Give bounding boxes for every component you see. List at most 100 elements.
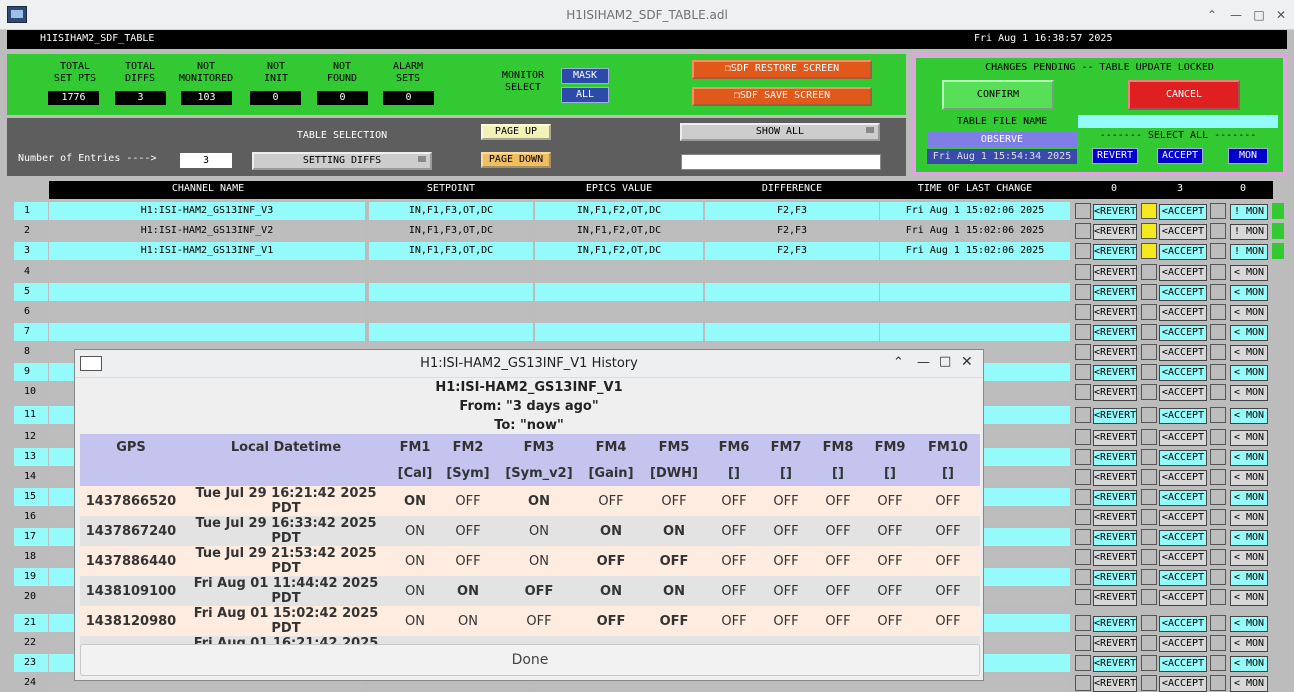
accept-button[interactable]: <ACCEPT — [1159, 530, 1207, 546]
revert-checkbox[interactable] — [1075, 449, 1091, 465]
show-all-dropdown[interactable]: SHOW ALL — [680, 123, 880, 141]
accept-checkbox[interactable] — [1141, 344, 1157, 360]
mon-checkbox[interactable] — [1210, 449, 1226, 465]
revert-button[interactable]: <REVERT — [1093, 265, 1137, 281]
mon-checkbox[interactable] — [1210, 569, 1226, 585]
accept-button[interactable]: <ACCEPT — [1159, 470, 1207, 486]
accept-button[interactable]: <ACCEPT — [1159, 204, 1207, 220]
mon-checkbox[interactable] — [1210, 675, 1226, 691]
mon-checkbox[interactable] — [1210, 344, 1226, 360]
accept-checkbox[interactable] — [1141, 529, 1157, 545]
revert-checkbox[interactable] — [1075, 589, 1091, 605]
mon-button[interactable]: < MON — [1230, 470, 1268, 486]
accept-button[interactable]: <ACCEPT — [1159, 265, 1207, 281]
sdf-save-screen-button[interactable]: ❐SDF SAVE SCREEN — [692, 87, 872, 106]
mon-checkbox[interactable] — [1210, 384, 1226, 400]
revert-button[interactable]: <REVERT — [1093, 305, 1137, 321]
revert-button[interactable]: <REVERT — [1093, 408, 1137, 424]
accept-button[interactable]: <ACCEPT — [1159, 408, 1207, 424]
revert-checkbox[interactable] — [1075, 384, 1091, 400]
revert-button[interactable]: <REVERT — [1093, 510, 1137, 526]
mon-button[interactable]: < MON — [1230, 385, 1268, 401]
revert-checkbox[interactable] — [1075, 223, 1091, 239]
mon-button[interactable]: < MON — [1230, 636, 1268, 652]
revert-button[interactable]: <REVERT — [1093, 285, 1137, 301]
revert-checkbox[interactable] — [1075, 469, 1091, 485]
chevron-up-icon[interactable]: ⌃ — [893, 355, 904, 370]
accept-checkbox[interactable] — [1141, 635, 1157, 651]
revert-checkbox[interactable] — [1075, 364, 1091, 380]
revert-button[interactable]: <REVERT — [1093, 550, 1137, 566]
mon-checkbox[interactable] — [1210, 223, 1226, 239]
revert-button[interactable]: <REVERT — [1093, 636, 1137, 652]
revert-checkbox[interactable] — [1075, 304, 1091, 320]
mon-checkbox[interactable] — [1210, 615, 1226, 631]
accept-button[interactable]: <ACCEPT — [1159, 616, 1207, 632]
close-icon[interactable]: ✕ — [961, 354, 973, 370]
revert-button[interactable]: <REVERT — [1093, 570, 1137, 586]
revert-button[interactable]: <REVERT — [1093, 470, 1137, 486]
mon-checkbox[interactable] — [1210, 635, 1226, 651]
maximize-icon[interactable]: □ — [939, 354, 951, 369]
mon-checkbox[interactable] — [1210, 589, 1226, 605]
accept-button[interactable]: <ACCEPT — [1159, 325, 1207, 341]
revert-button[interactable]: <REVERT — [1093, 325, 1137, 341]
mon-button[interactable]: < MON — [1230, 305, 1268, 321]
mask-button[interactable]: MASK — [561, 68, 609, 84]
table-selection-dropdown[interactable]: SETTING DIFFS — [252, 152, 432, 170]
accept-checkbox[interactable] — [1141, 304, 1157, 320]
revert-button[interactable]: <REVERT — [1093, 590, 1137, 606]
all-button[interactable]: ALL — [561, 87, 609, 103]
mon-checkbox[interactable] — [1210, 469, 1226, 485]
revert-button[interactable]: <REVERT — [1093, 490, 1137, 506]
accept-button[interactable]: <ACCEPT — [1159, 345, 1207, 361]
select-all-accept-button[interactable]: ACCEPT — [1157, 148, 1203, 164]
table-file-name-input[interactable] — [1078, 115, 1278, 128]
accept-button[interactable]: <ACCEPT — [1159, 510, 1207, 526]
revert-checkbox[interactable] — [1075, 569, 1091, 585]
accept-checkbox[interactable] — [1141, 429, 1157, 445]
accept-checkbox[interactable] — [1141, 407, 1157, 423]
accept-checkbox[interactable] — [1141, 264, 1157, 280]
close-icon[interactable]: ✕ — [1273, 7, 1289, 23]
revert-button[interactable]: <REVERT — [1093, 530, 1137, 546]
accept-checkbox[interactable] — [1141, 203, 1157, 219]
accept-checkbox[interactable] — [1141, 655, 1157, 671]
accept-checkbox[interactable] — [1141, 364, 1157, 380]
mon-checkbox[interactable] — [1210, 407, 1226, 423]
revert-checkbox[interactable] — [1075, 344, 1091, 360]
revert-button[interactable]: <REVERT — [1093, 676, 1137, 692]
mon-button[interactable]: < MON — [1230, 408, 1268, 424]
page-up-button[interactable]: PAGE UP — [481, 124, 551, 140]
mon-button[interactable]: < MON — [1230, 676, 1268, 692]
accept-button[interactable]: <ACCEPT — [1159, 305, 1207, 321]
select-all-revert-button[interactable]: REVERT — [1092, 148, 1138, 164]
accept-button[interactable]: <ACCEPT — [1159, 570, 1207, 586]
accept-button[interactable]: <ACCEPT — [1159, 550, 1207, 566]
filter-input[interactable] — [681, 154, 881, 170]
accept-button[interactable]: <ACCEPT — [1159, 590, 1207, 606]
revert-checkbox[interactable] — [1075, 529, 1091, 545]
mon-button[interactable]: < MON — [1230, 570, 1268, 586]
mon-button[interactable]: < MON — [1230, 590, 1268, 606]
mon-button[interactable]: ! MON — [1230, 244, 1268, 260]
revert-checkbox[interactable] — [1075, 407, 1091, 423]
revert-checkbox[interactable] — [1075, 615, 1091, 631]
accept-button[interactable]: <ACCEPT — [1159, 636, 1207, 652]
accept-checkbox[interactable] — [1141, 489, 1157, 505]
accept-checkbox[interactable] — [1141, 384, 1157, 400]
mon-button[interactable]: < MON — [1230, 430, 1268, 446]
revert-button[interactable]: <REVERT — [1093, 616, 1137, 632]
revert-button[interactable]: <REVERT — [1093, 224, 1137, 240]
revert-button[interactable]: <REVERT — [1093, 430, 1137, 446]
chevron-up-icon[interactable]: ⌃ — [1204, 7, 1220, 23]
accept-checkbox[interactable] — [1141, 569, 1157, 585]
mon-checkbox[interactable] — [1210, 243, 1226, 259]
accept-button[interactable]: <ACCEPT — [1159, 450, 1207, 466]
select-all-mon-button[interactable]: MON — [1228, 148, 1268, 164]
revert-checkbox[interactable] — [1075, 243, 1091, 259]
accept-checkbox[interactable] — [1141, 284, 1157, 300]
sdf-restore-screen-button[interactable]: ❐SDF RESTORE SCREEN — [692, 60, 872, 79]
minimize-icon[interactable]: — — [917, 355, 930, 370]
accept-button[interactable]: <ACCEPT — [1159, 244, 1207, 260]
